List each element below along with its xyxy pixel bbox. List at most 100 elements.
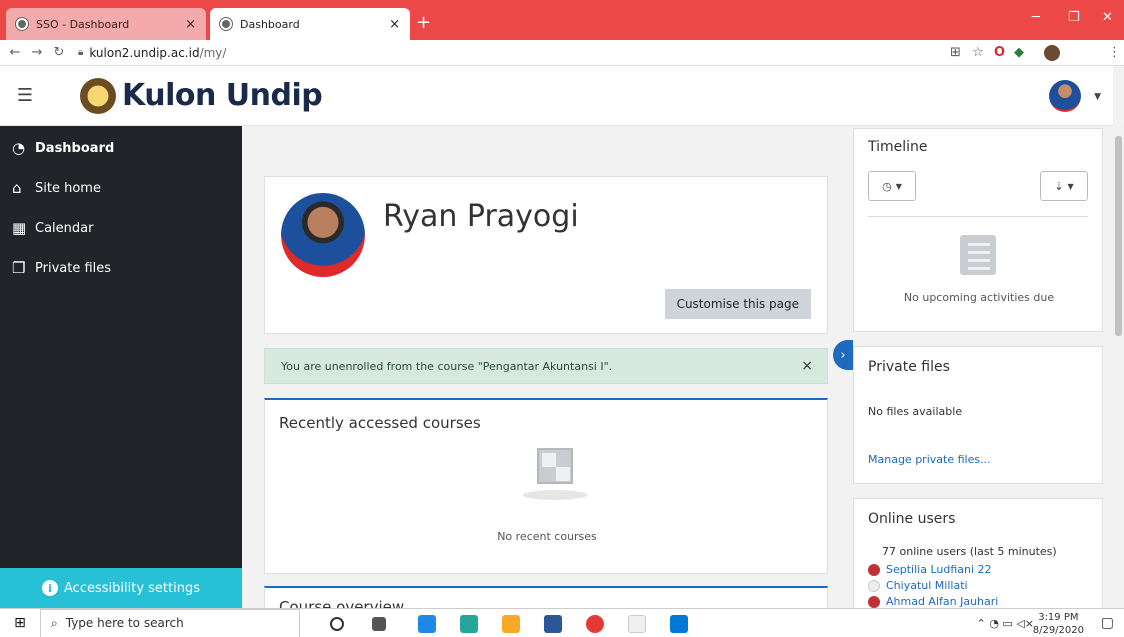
user-avatar[interactable] xyxy=(1049,80,1081,112)
word-icon[interactable] xyxy=(544,615,562,633)
new-tab-button[interactable]: + xyxy=(416,12,431,33)
divider xyxy=(868,216,1088,217)
user-name: Ahmad Alfan Jauhari xyxy=(886,595,999,608)
cortana-icon[interactable] xyxy=(330,617,344,631)
site-header: ☰ Kulon Undip ▼ xyxy=(0,66,1113,126)
sidebar-item-label: Site home xyxy=(35,180,101,196)
online-user[interactable]: Septilia Ludfiani 22 xyxy=(868,563,992,576)
unenroll-alert: You are unenrolled from the course "Peng… xyxy=(264,348,828,384)
system-tray-icons[interactable]: ⌃ ◔ ▭ ◁× xyxy=(977,617,1034,630)
empty-shadow xyxy=(523,490,587,500)
address-bar: ← → ↻ 🔒︎ kulon2.undip.ac.id/my/ ⊞ ☆ O ◆ … xyxy=(0,40,1124,66)
search-placeholder: Type here to search xyxy=(65,616,184,630)
translate-icon[interactable]: ⊞ xyxy=(950,45,961,60)
dashboard-icon: ◔ xyxy=(12,139,26,157)
url-path: /my/ xyxy=(199,45,227,60)
window-close-icon[interactable]: ✕ xyxy=(1102,10,1113,25)
chrome-icon[interactable] xyxy=(586,615,604,633)
caret-down-icon: ▼ xyxy=(1067,181,1074,191)
hamburger-menu-icon[interactable]: ☰ xyxy=(0,85,50,106)
block-title: Timeline xyxy=(868,139,928,155)
calendar-app-icon[interactable] xyxy=(418,615,436,633)
back-icon[interactable]: ← xyxy=(4,45,26,60)
user-name: Chiyatul Millati xyxy=(886,579,968,592)
tab-close-icon[interactable]: × xyxy=(389,17,400,32)
file-explorer-icon[interactable] xyxy=(502,615,520,633)
opera-extension-icon[interactable]: O xyxy=(994,45,1005,60)
user-avatar xyxy=(868,563,880,576)
extension-icon[interactable]: ◆ xyxy=(1014,45,1024,60)
sidebar-item-label: Dashboard xyxy=(35,140,115,156)
search-icon: ⌕ xyxy=(51,615,58,630)
user-menu-caret-icon[interactable]: ▼ xyxy=(1094,92,1101,102)
customise-page-button[interactable]: Customise this page xyxy=(664,289,811,319)
bookmark-star-icon[interactable]: ☆ xyxy=(972,45,984,60)
online-users-block: Online users 77 online users (last 5 min… xyxy=(853,498,1103,608)
empty-message: No recent courses xyxy=(497,530,597,543)
snipping-tool-icon[interactable] xyxy=(628,615,646,633)
empty-message: No upcoming activities due xyxy=(903,291,1055,304)
url-field[interactable]: 🔒︎ kulon2.undip.ac.id/my/ xyxy=(78,46,226,60)
outlook-icon[interactable] xyxy=(670,615,688,633)
tab-favicon-icon xyxy=(16,18,28,30)
timeline-filter-button[interactable]: ◷ ▼ xyxy=(868,171,916,201)
site-name: Kulon Undip xyxy=(122,78,323,113)
sidebar-item-calendar[interactable]: ▦ Calendar xyxy=(0,208,242,248)
tab-title: SSO - Dashboard xyxy=(36,17,130,31)
tab-sso-dashboard[interactable]: SSO - Dashboard × xyxy=(6,8,206,40)
page-scrollbar[interactable] xyxy=(1113,126,1124,608)
taskbar-search-input[interactable]: ⌕ Type here to search xyxy=(40,608,300,637)
windows-taskbar: ⊞ ⌕ Type here to search ⌃ ◔ ▭ ◁× 3:19 PM… xyxy=(0,608,1124,637)
block-title: Private files xyxy=(868,359,950,375)
menu-kebab-icon[interactable]: ⋮ xyxy=(1108,45,1121,60)
calendar-icon: ▦ xyxy=(12,219,27,237)
clock-icon: ◷ xyxy=(882,179,892,193)
minimize-icon[interactable]: ─ xyxy=(1032,10,1040,25)
tab-close-icon[interactable]: × xyxy=(185,17,196,32)
windows-start-icon[interactable]: ⊞ xyxy=(0,615,40,631)
tab-favicon-icon xyxy=(220,18,232,30)
site-logo[interactable]: Kulon Undip xyxy=(80,77,323,114)
alert-message: You are unenrolled from the course "Peng… xyxy=(281,359,613,373)
sidebar-item-dashboard[interactable]: ◔ Dashboard xyxy=(0,128,242,168)
photos-app-icon[interactable] xyxy=(460,615,478,633)
lock-icon: 🔒︎ xyxy=(78,47,84,58)
sidebar-item-label: Private files xyxy=(35,260,112,276)
profile-name: Ryan Prayogi xyxy=(383,199,579,234)
clock-time: 3:19 PM xyxy=(1038,612,1079,623)
system-clock[interactable]: 3:19 PM 8/29/2020 xyxy=(1033,611,1084,637)
block-title: Recently accessed courses xyxy=(279,414,481,432)
block-title: Online users xyxy=(868,511,956,527)
clock-date: 8/29/2020 xyxy=(1032,625,1084,636)
profile-avatar-icon[interactable] xyxy=(1044,45,1060,61)
online-user[interactable]: Chiyatul Millati xyxy=(868,579,968,592)
tab-dashboard[interactable]: Dashboard × xyxy=(210,8,410,40)
profile-avatar[interactable] xyxy=(281,193,365,277)
scrollbar-thumb[interactable] xyxy=(1115,136,1122,336)
sidebar-item-site-home[interactable]: ⌂ Site home xyxy=(0,168,242,208)
reload-icon[interactable]: ↻ xyxy=(48,45,70,60)
accessibility-label: Accessibility settings xyxy=(64,580,200,596)
files-icon: ❐ xyxy=(12,259,26,277)
sidebar-item-private-files[interactable]: ❐ Private files xyxy=(0,248,242,288)
caret-down-icon: ▼ xyxy=(895,181,902,191)
notification-center-icon[interactable]: ▢ xyxy=(1101,615,1114,631)
empty-message: No files available xyxy=(868,405,963,418)
user-avatar xyxy=(868,595,880,608)
home-icon: ⌂ xyxy=(12,179,22,197)
online-user[interactable]: Ahmad Alfan Jauhari xyxy=(868,595,998,608)
alert-close-icon[interactable]: × xyxy=(801,358,813,374)
main-region: Ryan Prayogi Customise this page You are… xyxy=(242,126,844,608)
restore-icon[interactable]: ❐ xyxy=(1068,10,1080,25)
university-emblem-icon xyxy=(80,77,116,114)
manage-private-files-link[interactable]: Manage private files... xyxy=(868,453,991,466)
block-title: Course overview xyxy=(279,598,405,608)
sort-icon: ⇣ xyxy=(1054,179,1064,193)
accessibility-settings-button[interactable]: i Accessibility settings xyxy=(0,568,242,608)
timeline-sort-button[interactable]: ⇣ ▼ xyxy=(1040,171,1088,201)
forward-icon[interactable]: → xyxy=(26,45,48,60)
timeline-block: Timeline ◷ ▼ ⇣ ▼ No upcoming activities du… xyxy=(853,128,1103,332)
url-host: kulon2.undip.ac.id xyxy=(89,45,200,60)
task-view-icon[interactable] xyxy=(372,617,386,631)
nav-drawer: ◔ Dashboard ⌂ Site home ▦ Calendar ❐ Pri… xyxy=(0,126,242,608)
